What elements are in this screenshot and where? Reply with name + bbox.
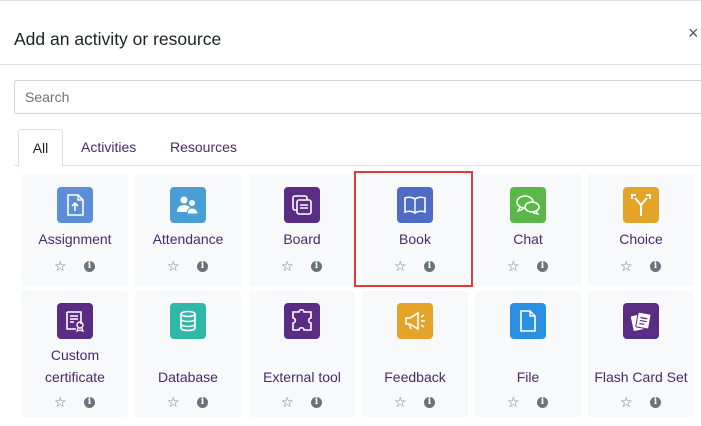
star-icon[interactable]: ☆ [281,395,294,409]
tile-label: Feedback [384,369,446,385]
tile-label: File [516,369,540,385]
info-icon[interactable]: i [537,397,548,408]
info-icon[interactable]: i [650,397,661,408]
tile-label: Chat [513,231,543,247]
search-input[interactable] [14,80,701,114]
info-icon[interactable]: i [311,397,322,408]
tab-activities[interactable]: Activities [81,129,136,166]
tile-chat[interactable]: Chat ☆ i [475,174,581,286]
star-icon[interactable]: ☆ [394,259,407,273]
tile-label: Custom certificate [45,347,105,385]
info-icon[interactable]: i [197,261,208,272]
tile-assignment[interactable]: Assignment ☆ i [22,174,128,286]
tile-flash-card-set[interactable]: Flash Card Set ☆ i [588,291,694,417]
board-icon [284,187,320,223]
star-icon[interactable]: ☆ [507,259,520,273]
info-icon[interactable]: i [650,261,661,272]
certificate-icon [57,303,93,339]
star-icon[interactable]: ☆ [167,395,180,409]
tile-custom-certificate[interactable]: Custom certificate ☆ i [22,291,128,417]
tile-feedback[interactable]: Feedback ☆ i [362,291,468,417]
book-icon [397,187,433,223]
star-icon[interactable]: ☆ [507,395,520,409]
tab-resources[interactable]: Resources [170,129,237,166]
megaphone-icon [397,303,433,339]
tile-label: Database [158,369,218,385]
tile-label: Book [399,231,431,247]
choice-icon [623,187,659,223]
tile-book[interactable]: Book ☆ i [362,174,468,286]
star-icon[interactable]: ☆ [281,259,294,273]
activity-chooser-modal: Add an activity or resource × All Activi… [0,0,701,426]
star-icon[interactable]: ☆ [54,259,67,273]
tile-label: Attendance [152,231,224,247]
star-icon[interactable]: ☆ [620,259,633,273]
tile-label: Flash Card Set [594,369,688,385]
category-tabs: All Activities Resources [14,129,701,167]
tile-external-tool[interactable]: External tool ☆ i [249,291,355,417]
flashcard-icon [623,303,659,339]
tile-database[interactable]: Database ☆ i [135,291,241,417]
tab-all[interactable]: All [18,129,63,167]
tile-attendance[interactable]: Attendance ☆ i [135,174,241,286]
chat-icon [510,187,546,223]
tile-board[interactable]: Board ☆ i [249,174,355,286]
attendance-icon [170,187,206,223]
star-icon[interactable]: ☆ [394,395,407,409]
info-icon[interactable]: i [197,397,208,408]
database-icon [170,303,206,339]
modal-title: Add an activity or resource [14,29,222,49]
info-icon[interactable]: i [537,261,548,272]
star-icon[interactable]: ☆ [167,259,180,273]
close-icon[interactable]: × [688,23,699,43]
modal-header: Add an activity or resource × [0,1,701,65]
puzzle-icon [284,303,320,339]
star-icon[interactable]: ☆ [620,395,633,409]
info-icon[interactable]: i [424,261,435,272]
info-icon[interactable]: i [84,261,95,272]
file-icon [510,303,546,339]
info-icon[interactable]: i [424,397,435,408]
tile-label: Board [283,231,321,247]
info-icon[interactable]: i [84,397,95,408]
assignment-icon [57,187,93,223]
tile-label: External tool [263,369,341,385]
star-icon[interactable]: ☆ [54,395,67,409]
tile-file[interactable]: File ☆ i [475,291,581,417]
tile-label: Assignment [38,231,112,247]
tile-label: Choice [619,231,663,247]
tile-choice[interactable]: Choice ☆ i [588,174,694,286]
info-icon[interactable]: i [311,261,322,272]
